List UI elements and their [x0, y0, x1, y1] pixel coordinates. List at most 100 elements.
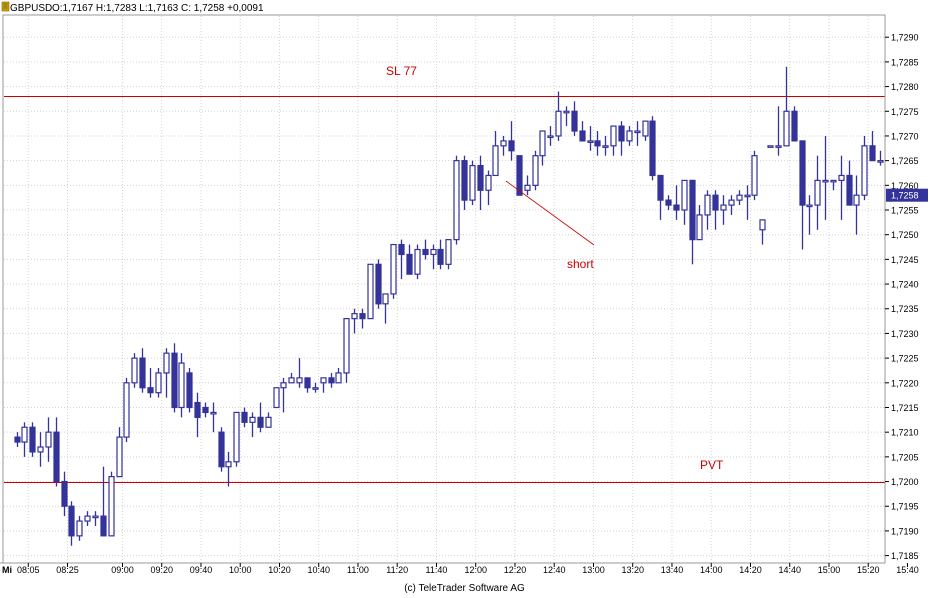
x-tick-label: 11:40	[426, 565, 448, 575]
candle	[532, 150, 539, 191]
last-price-label: 1,7258	[891, 191, 919, 201]
candle-body-down	[461, 160, 468, 201]
header-ohlc: O:1,7167 H:1,7283 L:1,7163 C: 1,7258 +0,…	[52, 3, 264, 14]
y-tick-label: 1,7215	[891, 403, 919, 413]
candle-body-down	[437, 248, 444, 265]
candle	[273, 387, 280, 409]
candle-body-up	[288, 377, 295, 384]
y-tick-label: 1,7240	[891, 280, 919, 290]
candle-body-up	[610, 125, 617, 147]
candle-body-up	[720, 204, 727, 211]
x-tick-label: 14:20	[739, 565, 762, 575]
candle-body-up	[485, 174, 492, 191]
candle-body-up	[390, 243, 397, 295]
candle	[218, 427, 225, 472]
candle-body-up	[265, 416, 272, 428]
candle-body-up	[37, 446, 44, 453]
candle-body-up	[320, 377, 327, 384]
candle	[469, 160, 476, 206]
pvt-label: PVT	[700, 458, 724, 472]
y-tick-label: 1,7220	[891, 378, 919, 388]
candle-body-up	[751, 155, 758, 196]
candle-body-up	[602, 145, 609, 148]
candle-body-up	[532, 155, 539, 186]
candle-body-up	[430, 248, 437, 256]
copyright-footer: (c) TeleTrader Software AG	[404, 583, 525, 594]
candle	[29, 422, 36, 457]
x-tick-label: 12:00	[464, 565, 487, 575]
candle	[751, 150, 758, 201]
candle-body-up	[367, 263, 374, 320]
candle-body-up	[296, 377, 303, 384]
candle	[375, 259, 382, 309]
candle-body-up	[822, 179, 829, 183]
candle-body-up	[453, 160, 460, 241]
candle-body-up	[21, 426, 28, 443]
candle-body-up	[838, 174, 845, 181]
candle-body-down	[579, 130, 586, 142]
candle-body-up	[877, 160, 884, 163]
x-tick-label: 10:40	[307, 565, 330, 575]
candle-body-up	[84, 515, 91, 522]
x-tick-label: 14:00	[700, 565, 723, 575]
candle-body-up	[767, 145, 774, 148]
candle-body-up	[414, 248, 421, 275]
candle-body-up	[210, 411, 217, 415]
y-tick-label: 1,7235	[891, 304, 919, 314]
candle-body-up	[626, 130, 633, 142]
candle-body-up	[123, 382, 130, 438]
y-tick-label: 1,7265	[891, 156, 919, 166]
y-tick-label: 1,7245	[891, 255, 919, 265]
candle-body-up	[830, 179, 837, 183]
x-axis-ticks: 08:05 08:25 09:00 09:20 09:40 10:00 10:20 10:40…	[17, 563, 919, 575]
candle-body-up	[775, 145, 782, 148]
candle-body-down	[689, 179, 696, 241]
candle-body-up	[343, 318, 350, 374]
candle	[155, 367, 162, 398]
candle-body-down	[799, 140, 806, 206]
candle	[414, 244, 421, 280]
candle-body-down	[194, 401, 201, 418]
header-icon	[1, 1, 10, 12]
x-tick-label: 13:20	[621, 565, 644, 575]
candle-body-down	[139, 357, 146, 389]
candle-body-up	[814, 179, 821, 206]
y-tick-label: 1,7200	[891, 477, 919, 487]
candle-body-down	[649, 120, 656, 177]
candle	[131, 353, 138, 388]
candle-body-up	[861, 145, 868, 196]
candle-body-down	[571, 110, 578, 132]
candle-body-up	[539, 130, 546, 157]
y-tick-label: 1,7230	[891, 329, 919, 339]
candle-body-down	[869, 145, 876, 162]
candle-body-up	[351, 313, 358, 320]
y-tick-label: 1,7185	[891, 551, 919, 561]
y-tick-label: 1,7280	[891, 82, 919, 92]
x-tick-label: 15:40	[896, 565, 919, 575]
y-tick-label: 1,7225	[891, 354, 919, 364]
candle-body-up	[155, 372, 162, 394]
candle	[453, 155, 460, 245]
candle-body-down	[594, 140, 601, 147]
candle-body-up	[744, 194, 751, 198]
candle-body-up	[806, 204, 813, 208]
candle-body-down	[657, 174, 664, 201]
y-tick-label: 1,7275	[891, 107, 919, 117]
candle	[445, 239, 452, 270]
x-tick-label: 11:20	[386, 565, 408, 575]
candle-body-down	[304, 377, 311, 389]
x-tick-label: 08:25	[56, 565, 79, 575]
candle-body-down	[241, 411, 248, 423]
candle	[186, 367, 193, 413]
candle	[791, 106, 798, 142]
candle	[367, 263, 374, 320]
candle-body-down	[846, 174, 853, 206]
last-price-box: 1,7258	[886, 188, 928, 202]
x-tick-label: 15:00	[818, 565, 841, 575]
candle-body-down	[673, 204, 680, 211]
candle-body-down	[61, 480, 68, 507]
candle-body-up	[492, 145, 499, 177]
candle-body-down	[508, 140, 515, 152]
candle	[108, 471, 115, 537]
candle-body-up	[642, 120, 649, 137]
